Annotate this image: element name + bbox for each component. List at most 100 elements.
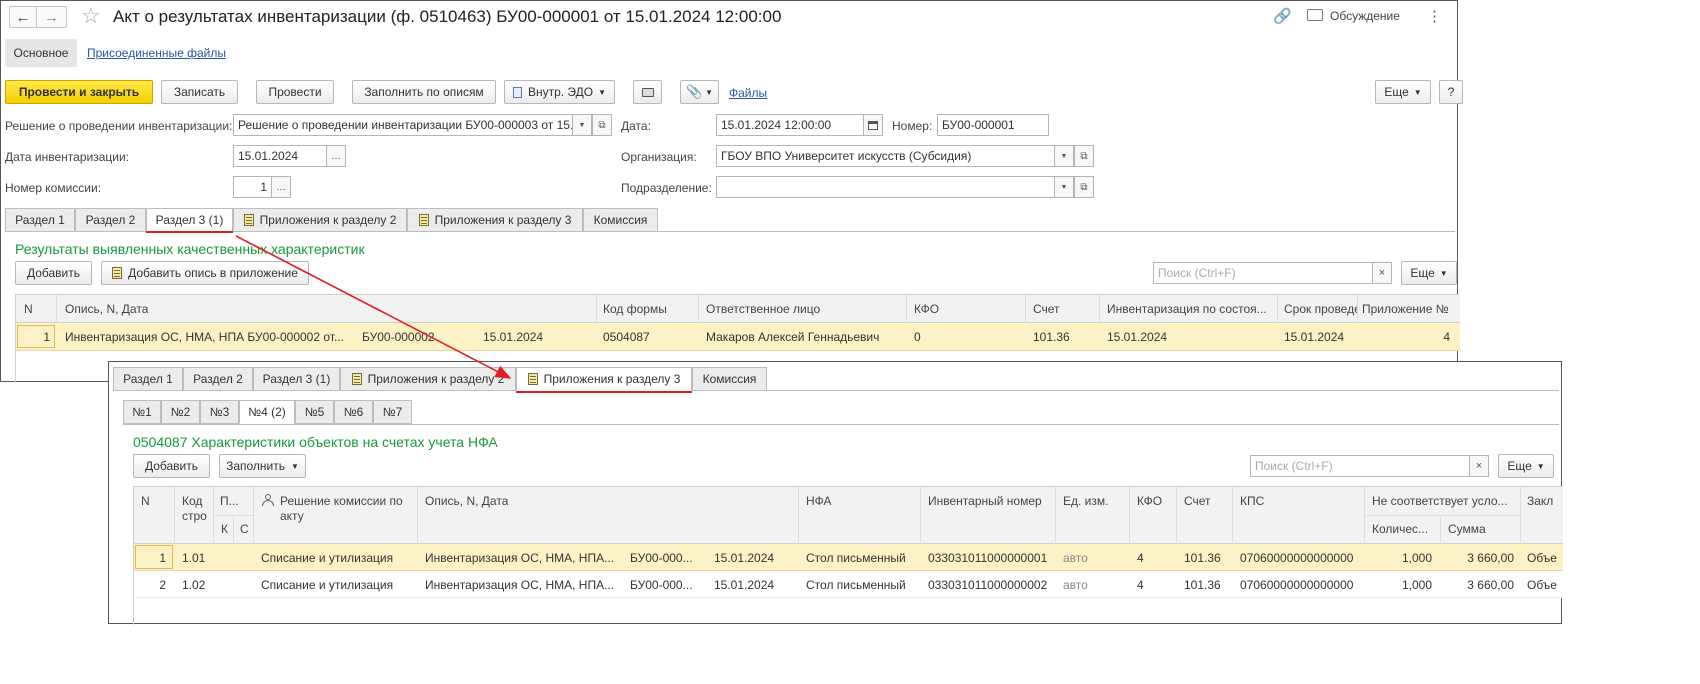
table-row[interactable]: 1 1.01 Списание и утилизация Инвентариза… bbox=[134, 544, 1563, 571]
document-icon bbox=[418, 214, 429, 226]
row-kfo: 0 bbox=[914, 330, 921, 344]
col-form-code[interactable]: Код формы bbox=[603, 302, 667, 316]
tab-commission[interactable]: Комиссия bbox=[583, 208, 658, 232]
tab-section-3[interactable]: Раздел 3 (1) bbox=[146, 208, 233, 232]
discuss-button[interactable]: Обсуждение bbox=[1330, 9, 1400, 23]
forward-button[interactable]: → bbox=[37, 6, 67, 28]
subtab-7[interactable]: №7 bbox=[373, 400, 412, 424]
subtab-6[interactable]: №6 bbox=[334, 400, 373, 424]
col-appendix-number[interactable]: Приложение № bbox=[1362, 302, 1449, 316]
tab-section-2[interactable]: Раздел 2 bbox=[75, 208, 146, 232]
organization-open[interactable]: ⧉ bbox=[1074, 145, 1094, 167]
division-field[interactable] bbox=[716, 176, 1055, 198]
col-qty[interactable]: Количес... bbox=[1372, 522, 1438, 536]
tab-appendix-2[interactable]: Приложения к разделу 2 bbox=[340, 367, 516, 391]
col-deadline[interactable]: Срок проведе... bbox=[1284, 302, 1358, 316]
commission-select[interactable]: … bbox=[271, 176, 291, 198]
col-conclusion[interactable]: Закл bbox=[1527, 494, 1553, 508]
nav-files[interactable]: Присоединенные файлы bbox=[87, 46, 226, 60]
subtab-1[interactable]: №1 bbox=[123, 400, 161, 424]
add-button[interactable]: Добавить bbox=[15, 261, 92, 285]
commission-field[interactable]: 1 bbox=[233, 176, 272, 198]
save-button[interactable]: Записать bbox=[161, 80, 238, 104]
decision-open[interactable]: ⧉ bbox=[592, 114, 612, 136]
attach-button[interactable]: 📎 ▼ bbox=[680, 80, 719, 104]
col-decision[interactable]: Решение комиссии по акту bbox=[280, 494, 410, 524]
chevron-down-icon: ▼ bbox=[578, 121, 586, 129]
nav-main[interactable]: Основное bbox=[5, 39, 77, 67]
post-button[interactable]: Провести bbox=[256, 80, 334, 104]
tab-section-2[interactable]: Раздел 2 bbox=[183, 367, 253, 391]
col-n[interactable]: N bbox=[141, 494, 150, 508]
col-list[interactable]: Опись, N, Дата bbox=[65, 302, 148, 316]
more-button[interactable]: Еще ▼ bbox=[1498, 454, 1554, 478]
col-nfa[interactable]: НФА bbox=[806, 494, 832, 508]
table-row[interactable]: 2 1.02 Списание и утилизация Инвентариза… bbox=[134, 571, 1563, 598]
division-dropdown[interactable]: ▼ bbox=[1054, 176, 1074, 198]
col-person[interactable]: Ответственное лицо bbox=[706, 302, 820, 316]
more-vertical-icon[interactable]: ⋮ bbox=[1427, 7, 1442, 25]
row-conclusion: Объе bbox=[1527, 578, 1557, 592]
organization-dropdown[interactable]: ▼ bbox=[1054, 145, 1074, 167]
edo-button[interactable]: Внутр. ЭДО ▼ bbox=[504, 80, 615, 104]
tab-section-1[interactable]: Раздел 1 bbox=[113, 367, 183, 391]
col-inventory-number[interactable]: Инвентарный номер bbox=[928, 494, 1042, 508]
col-sum[interactable]: Сумма bbox=[1448, 522, 1486, 536]
division-open[interactable]: ⧉ bbox=[1074, 176, 1094, 198]
fill-button[interactable]: Заполнить ▼ bbox=[219, 454, 306, 478]
search-clear[interactable]: × bbox=[1469, 455, 1489, 477]
inventory-date-field[interactable]: 15.01.2024 bbox=[233, 145, 327, 167]
col-s[interactable]: С bbox=[240, 522, 249, 536]
decision-field[interactable]: Решение о проведении инвентаризации БУ00… bbox=[233, 114, 573, 136]
decision-dropdown[interactable]: ▼ bbox=[572, 114, 592, 136]
col-k[interactable]: К bbox=[221, 522, 228, 536]
col-kfo[interactable]: КФО bbox=[1137, 494, 1162, 508]
print-button[interactable] bbox=[633, 80, 662, 104]
col-inventory-state[interactable]: Инвентаризация по состоя... bbox=[1107, 302, 1277, 316]
section-more-button[interactable]: Еще ▼ bbox=[1401, 261, 1457, 285]
col-unit[interactable]: Ед. изм. bbox=[1063, 494, 1108, 508]
subtab-4[interactable]: №4 (2) bbox=[239, 400, 295, 424]
add-list-to-appendix-button[interactable]: Добавить опись в приложение bbox=[101, 261, 309, 285]
search-input[interactable]: Поиск (Ctrl+F) bbox=[1153, 262, 1373, 284]
col-list[interactable]: Опись, N, Дата bbox=[425, 494, 508, 508]
search-clear[interactable]: × bbox=[1372, 262, 1392, 284]
tab-appendix-3[interactable]: Приложения к разделу 3 bbox=[516, 367, 692, 391]
subtab-5[interactable]: №5 bbox=[295, 400, 334, 424]
row-list-number: БУ00-000002 bbox=[362, 330, 435, 344]
tab-section-1[interactable]: Раздел 1 bbox=[5, 208, 75, 232]
post-and-close-button[interactable]: Провести и закрыть bbox=[5, 80, 153, 104]
more-button[interactable]: Еще ▼ bbox=[1375, 80, 1431, 104]
tab-appendix-3[interactable]: Приложения к разделу 3 bbox=[407, 208, 583, 232]
inventory-date-select[interactable]: … bbox=[326, 145, 346, 167]
back-button[interactable]: ← bbox=[9, 6, 37, 28]
files-link[interactable]: Файлы bbox=[729, 86, 767, 100]
col-kfo[interactable]: КФО bbox=[914, 302, 939, 316]
number-field[interactable]: БУ00-000001 bbox=[937, 114, 1049, 136]
col-account[interactable]: Счет bbox=[1184, 494, 1211, 508]
help-button[interactable]: ? bbox=[1439, 80, 1463, 104]
subtab-3[interactable]: №3 bbox=[200, 400, 239, 424]
tab-commission[interactable]: Комиссия bbox=[692, 367, 767, 391]
discuss-icon[interactable] bbox=[1307, 9, 1323, 21]
calendar-button[interactable] bbox=[863, 114, 883, 136]
col-mismatch[interactable]: Не соответствует усло... bbox=[1372, 494, 1517, 508]
subtab-2[interactable]: №2 bbox=[161, 400, 200, 424]
table-row[interactable]: 1 Инвентаризация ОС, НМА, НПА БУ00-00000… bbox=[16, 323, 1460, 351]
tab-section-3[interactable]: Раздел 3 (1) bbox=[253, 367, 340, 391]
col-p[interactable]: П... bbox=[220, 494, 239, 508]
date-field[interactable]: 15.01.2024 12:00:00 bbox=[716, 114, 864, 136]
col-kps[interactable]: КПС bbox=[1240, 494, 1264, 508]
fill-by-lists-button[interactable]: Заполнить по описям bbox=[352, 80, 496, 104]
col-account[interactable]: Счет bbox=[1033, 302, 1060, 316]
search-input[interactable]: Поиск (Ctrl+F) bbox=[1250, 455, 1470, 477]
star-icon[interactable]: ☆ bbox=[81, 3, 101, 29]
link-icon[interactable]: 🔗 bbox=[1273, 7, 1292, 25]
post-and-close-label: Провести и закрыть bbox=[18, 85, 140, 99]
col-code[interactable]: Код стро bbox=[182, 494, 212, 524]
add-button[interactable]: Добавить bbox=[133, 454, 210, 478]
tab-label: Приложения к разделу 3 bbox=[434, 213, 572, 227]
organization-field[interactable]: ГБОУ ВПО Университет искусств (Субсидия) bbox=[716, 145, 1055, 167]
tab-appendix-2[interactable]: Приложения к разделу 2 bbox=[233, 208, 407, 232]
col-n[interactable]: N bbox=[24, 302, 33, 316]
